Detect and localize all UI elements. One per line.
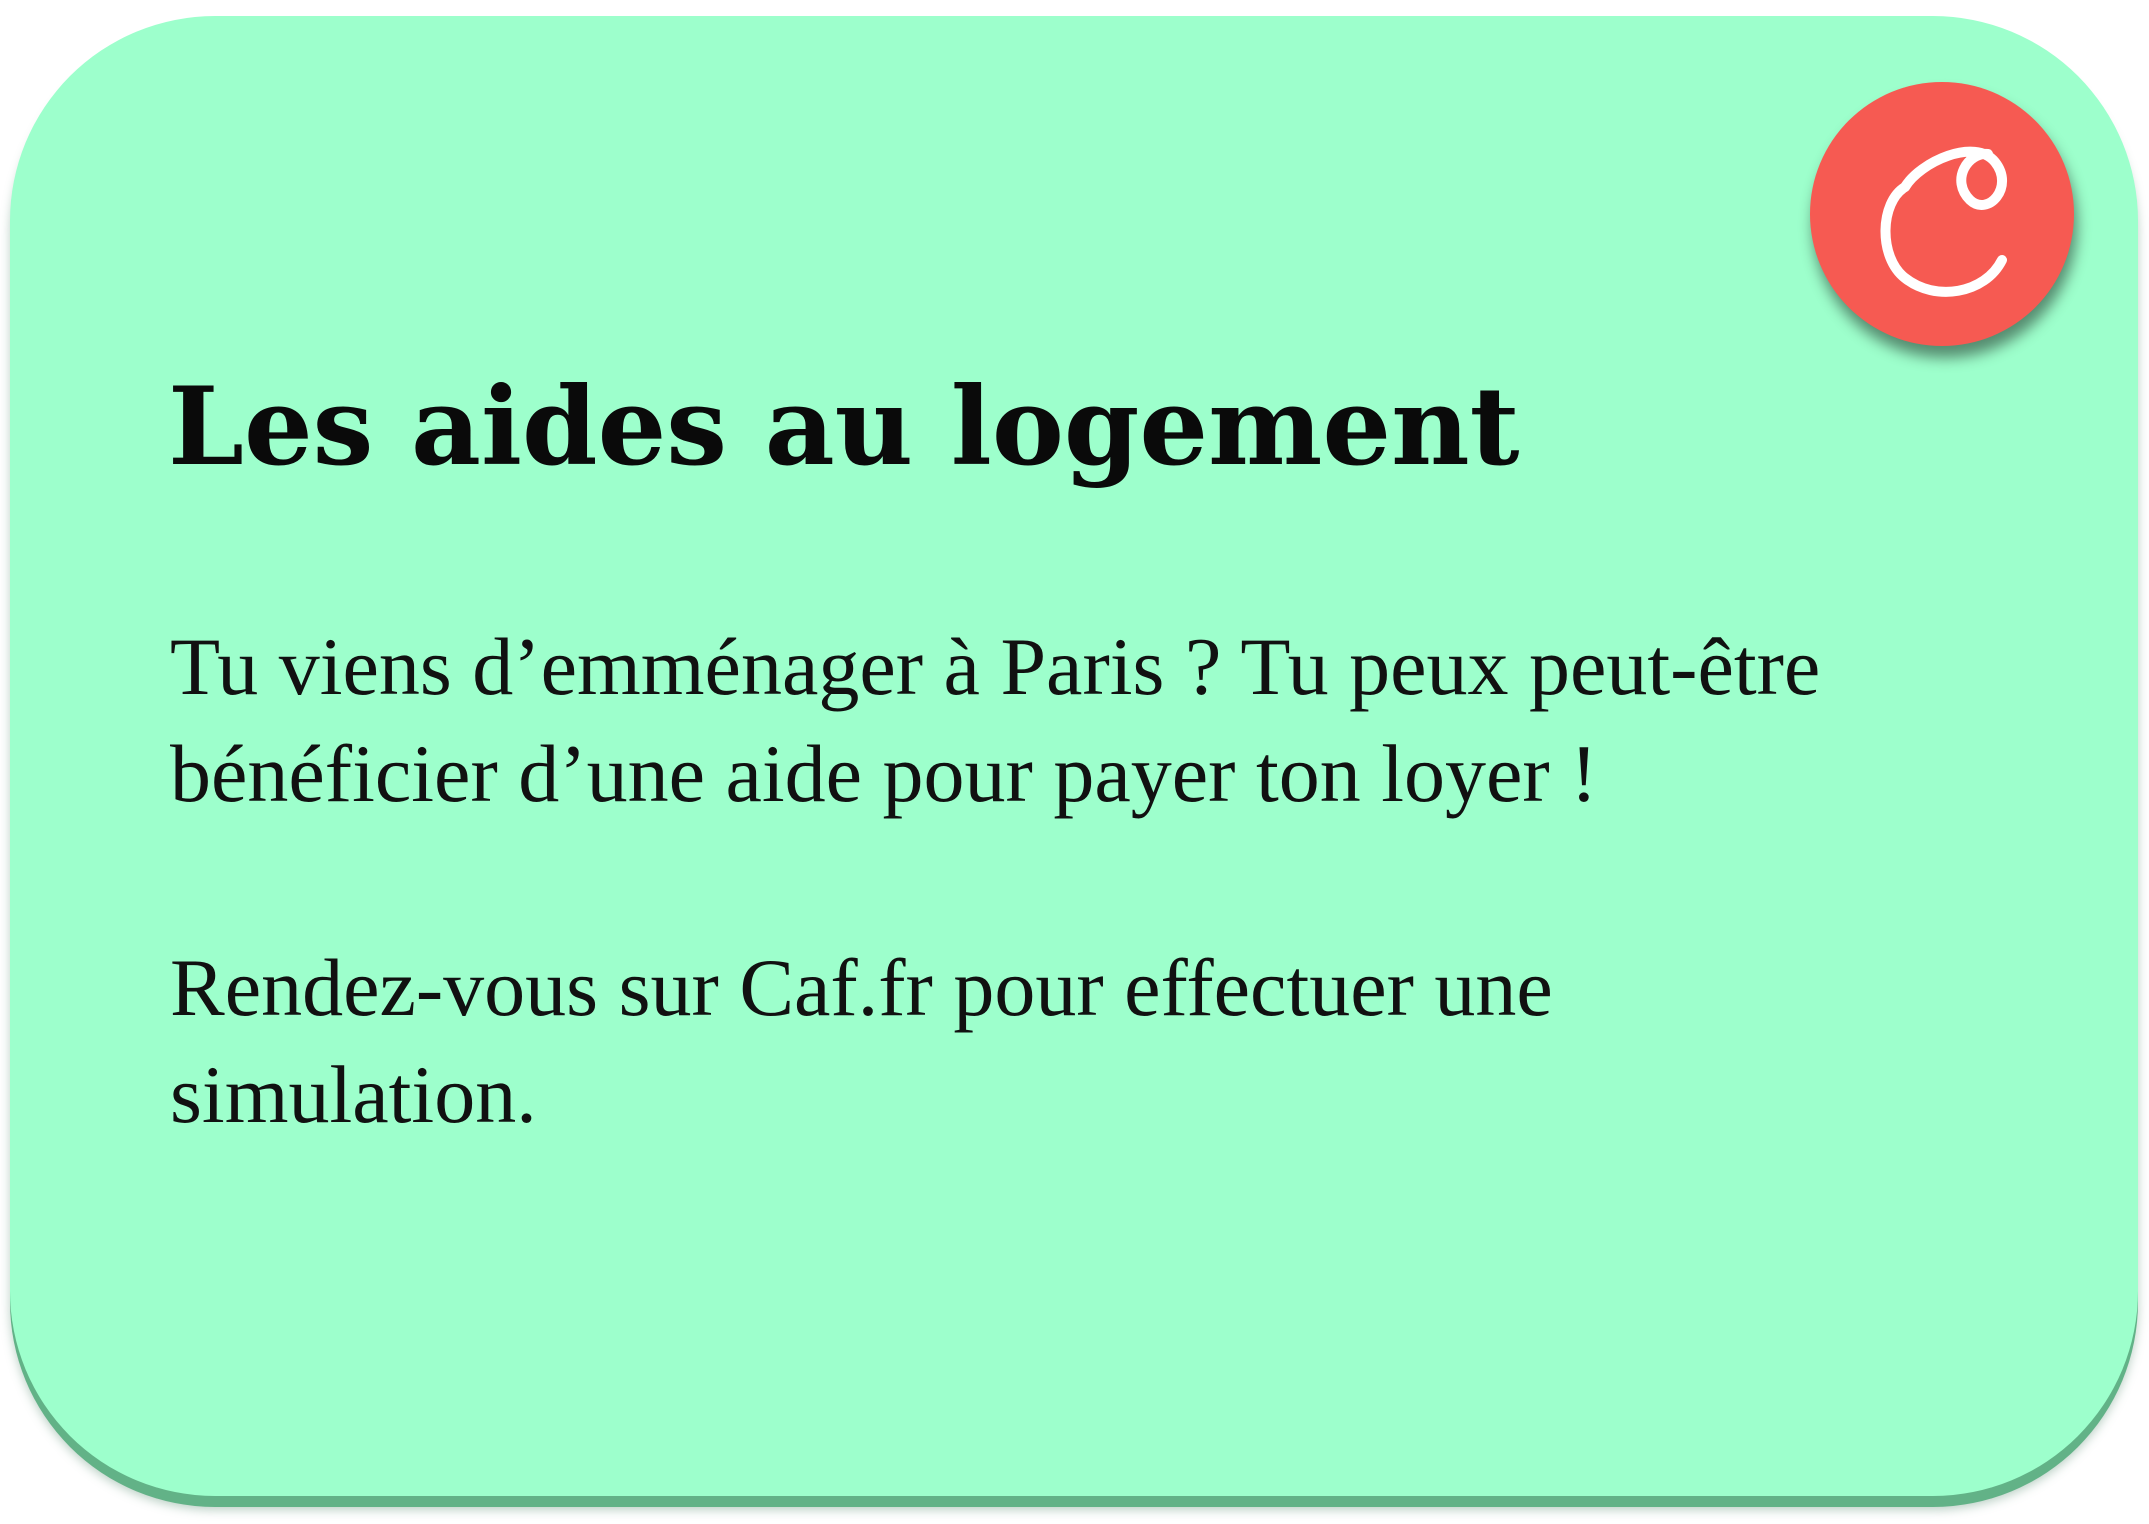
caf-logo-glyph [1880, 146, 2007, 297]
card-paragraph-intro: Tu viens d’emménager à Paris ? Tu peux p… [170, 621, 1821, 819]
card-title: Les aides au logement [168, 364, 1520, 490]
card-paragraph-cta: Rendez-vous sur Caf.fr pour effectuer un… [170, 942, 1553, 1140]
caf-logo-icon [1810, 82, 2074, 346]
